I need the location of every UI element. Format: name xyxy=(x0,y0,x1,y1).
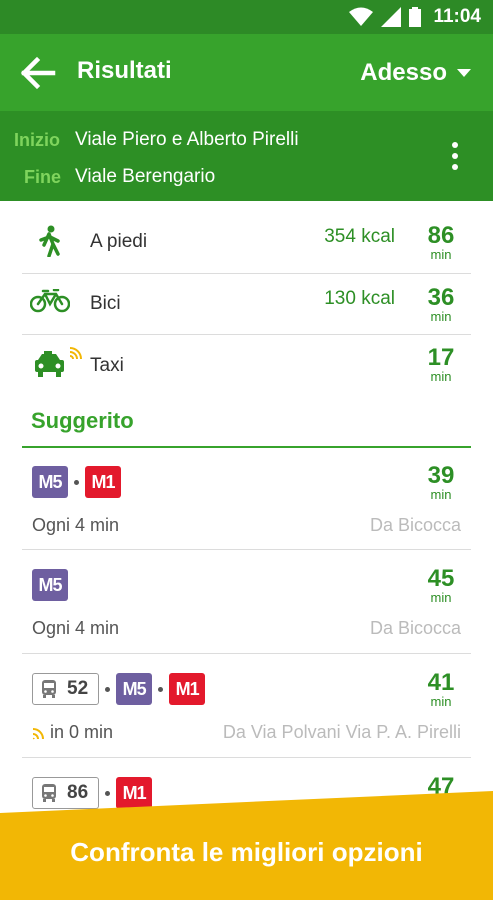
duration-value: 17 xyxy=(427,344,455,371)
line-badges: M5 xyxy=(32,569,68,601)
metro-m5-badge: M5 xyxy=(32,466,68,498)
duration: 45 min xyxy=(421,567,461,605)
departure-time-dropdown[interactable]: Adesso xyxy=(360,59,471,87)
route-header: Inizio Viale Piero e Alberto Pirelli Fin… xyxy=(0,111,493,201)
duration: 86 min xyxy=(421,224,461,262)
mode-label: A piedi xyxy=(90,231,148,252)
departure-stop: Da Via Polvani Via P. A. Pirelli xyxy=(222,722,461,742)
mode-row-taxi[interactable]: Taxi 17 min xyxy=(22,334,471,396)
start-label: Inizio xyxy=(14,130,60,150)
start-value[interactable]: Viale Piero e Alberto Pirelli xyxy=(75,129,299,151)
duration: 17 min xyxy=(421,346,461,384)
promo-banner: Confronta le migliori opzioni xyxy=(0,791,493,900)
mode-label: Bici xyxy=(90,293,121,314)
duration-value: 36 xyxy=(427,284,455,311)
section-header-suggested: Suggerito xyxy=(22,398,471,448)
departure-stop: Da Bicocca xyxy=(369,618,461,638)
metro-m5-badge: M5 xyxy=(116,673,153,705)
duration-unit: min xyxy=(430,487,452,502)
frequency-text: Ogni 4 min xyxy=(32,515,120,535)
battery-icon xyxy=(409,7,421,27)
metro-m1-badge: M1 xyxy=(169,673,206,705)
duration-unit: min xyxy=(430,590,452,605)
status-icons xyxy=(349,7,421,27)
separator-dot xyxy=(74,479,79,485)
bus-icon xyxy=(42,680,56,698)
line-badges: 52 M5 M1 xyxy=(32,673,206,705)
status-time: 11:04 xyxy=(433,6,481,27)
route-option[interactable]: M5 M1 39 min Ogni 4 min Da Bicocca xyxy=(22,447,471,550)
mode-label: Taxi xyxy=(90,355,124,376)
duration: 39 min xyxy=(421,464,461,502)
duration-value: 39 xyxy=(427,462,455,489)
bus-number: 52 xyxy=(67,678,89,699)
wifi-icon xyxy=(349,7,373,26)
metro-m5-badge: M5 xyxy=(32,569,68,601)
duration-value: 86 xyxy=(427,222,455,249)
frequency-text: Ogni 4 min xyxy=(32,618,120,638)
banner-text: Confronta le migliori opzioni xyxy=(70,837,423,867)
taxi-icon xyxy=(35,347,82,377)
separator-dot xyxy=(158,686,164,692)
frequency: Ogni 4 min xyxy=(32,618,119,639)
duration-value: 45 xyxy=(427,565,455,592)
end-label: Fine xyxy=(24,167,62,187)
duration-unit: min xyxy=(430,247,452,262)
bike-icon xyxy=(30,289,70,313)
realtime-icon xyxy=(32,727,44,739)
duration: 41 min xyxy=(421,671,461,709)
departure-time-label: Adesso xyxy=(360,59,447,86)
app-bar: Risultati Adesso xyxy=(0,34,493,111)
mode-row-walk[interactable]: A piedi 354 kcal 86 min xyxy=(22,201,471,274)
route-option[interactable]: 52 M5 M1 41 min in 0 min Da Via Polvani … xyxy=(22,654,471,758)
line-badges: M5 M1 xyxy=(32,466,121,498)
realtime-frequency: in 0 min xyxy=(32,722,113,743)
calories: 130 kcal xyxy=(324,288,395,309)
section-title: Suggerito xyxy=(31,408,134,433)
walk-icon xyxy=(39,225,60,257)
departure-stop: Da Bicocca xyxy=(369,515,461,535)
duration-unit: min xyxy=(430,694,452,709)
duration: 36 min xyxy=(421,286,461,324)
calories: 354 kcal xyxy=(324,226,395,247)
duration-unit: min xyxy=(430,369,452,384)
duration-unit: min xyxy=(430,309,452,324)
route-option[interactable]: M5 45 min Ogni 4 min Da Bicocca xyxy=(22,550,471,654)
page-title: Risultati xyxy=(77,57,172,84)
metro-m1-badge: M1 xyxy=(85,466,121,498)
signal-icon xyxy=(381,7,401,27)
frequency-text: in 0 min xyxy=(50,722,114,742)
back-arrow-icon[interactable] xyxy=(20,56,56,90)
separator-dot xyxy=(105,686,111,692)
bus-badge: 52 xyxy=(32,673,100,705)
duration-value: 41 xyxy=(427,669,455,696)
status-bar: 11:04 xyxy=(0,0,493,34)
end-value[interactable]: Viale Berengario xyxy=(75,166,215,188)
mode-row-bike[interactable]: Bici 130 kcal 36 min xyxy=(22,273,471,335)
overflow-menu-icon[interactable] xyxy=(451,142,459,172)
frequency: Ogni 4 min xyxy=(32,515,119,536)
dropdown-arrow-icon xyxy=(457,69,471,77)
